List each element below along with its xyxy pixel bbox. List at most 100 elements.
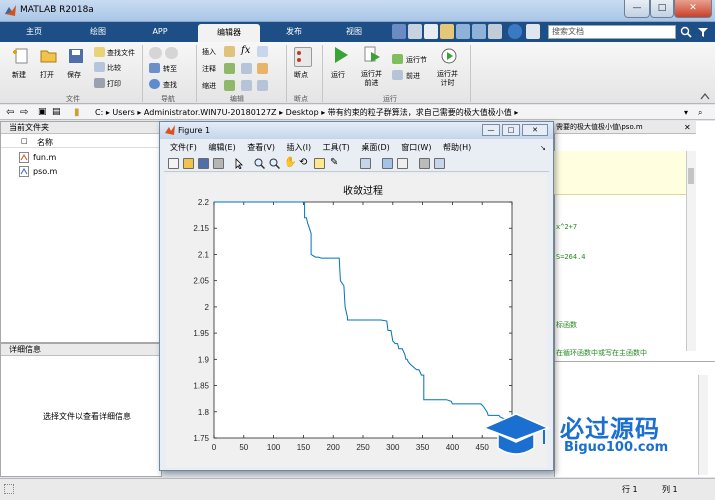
tab-publish[interactable]: 发布 (272, 22, 316, 42)
forward-arrow-icon[interactable]: ⇨ (20, 105, 28, 120)
maximize-button[interactable]: □ (650, 0, 674, 18)
indent-icon[interactable] (224, 80, 235, 91)
editor-file-tab[interactable]: 需要的极大值极小值\pso.m (554, 121, 696, 134)
list-item[interactable]: fun.m (19, 152, 159, 164)
tab-home[interactable]: 主页 (12, 22, 56, 42)
editor-scroll-thumb[interactable] (688, 168, 694, 184)
run-section-icon[interactable] (392, 54, 403, 64)
print-button[interactable]: 打印 (107, 79, 121, 89)
advance-icon[interactable] (392, 70, 403, 80)
menu-dock-icon[interactable]: ↘ (540, 144, 546, 152)
breadcrumb-drive[interactable]: C: (95, 108, 103, 117)
run-advance-button[interactable]: 运行并 前进 (361, 70, 382, 88)
help-quick-icon[interactable] (508, 24, 522, 39)
menu-window[interactable]: 窗口(W) (401, 143, 431, 152)
tab-apps[interactable]: APP (140, 22, 180, 42)
indent-less-icon[interactable] (257, 80, 268, 91)
advance-button[interactable]: 前进 (406, 71, 420, 81)
goto-icon[interactable] (149, 63, 160, 73)
tab-editor[interactable]: 编辑器 (198, 24, 260, 42)
save-icon[interactable] (67, 48, 85, 64)
open-file-icon[interactable] (183, 158, 194, 169)
indent-more-icon[interactable] (241, 80, 252, 91)
zoom-out-icon[interactable] (269, 158, 280, 169)
minimize-button[interactable]: — (624, 0, 650, 18)
fx-dropdown-icon[interactable] (257, 46, 268, 57)
save-quick-icon[interactable] (392, 24, 406, 39)
run-time-button[interactable]: 运行并 计时 (437, 70, 458, 88)
comment-button[interactable]: 注释 (202, 64, 216, 74)
insert-button[interactable]: 插入 (202, 47, 216, 57)
run-advance-icon[interactable] (364, 46, 382, 64)
show-plot-tools-icon[interactable] (434, 158, 445, 169)
address-dropdown-icon[interactable]: ▾ (684, 105, 688, 120)
breakpoints-button[interactable]: 断点 (294, 70, 308, 80)
rotate-3d-icon[interactable]: ⟲ (299, 158, 310, 169)
breakpoints-icon[interactable] (294, 47, 312, 67)
legend-icon[interactable] (397, 158, 408, 169)
undo-quick-icon[interactable] (456, 24, 470, 39)
switch-window-icon[interactable] (488, 24, 502, 39)
save-figure-icon[interactable] (198, 158, 209, 169)
run-time-icon[interactable] (440, 46, 458, 64)
wrap-icon[interactable] (241, 63, 252, 74)
address-search-icon[interactable]: ⌕ (698, 105, 702, 120)
figure-close-button[interactable]: ✕ (522, 124, 548, 136)
search-icon[interactable] (680, 26, 692, 38)
print-figure-icon[interactable] (213, 158, 224, 169)
breadcrumb-users[interactable]: Users (112, 108, 134, 117)
new-icon[interactable] (12, 48, 30, 64)
data-cursor-icon[interactable] (314, 158, 325, 169)
list-item[interactable]: pso.m (19, 166, 159, 178)
insert-icon[interactable] (224, 46, 235, 57)
forward-star-icon[interactable] (165, 47, 178, 59)
new-figure-icon[interactable] (168, 158, 179, 169)
editor-close-icon[interactable]: ✕ (684, 123, 691, 132)
run-icon[interactable] (332, 46, 350, 64)
menu-view[interactable]: 查看(V) (247, 143, 275, 152)
goto-button[interactable]: 转至 (163, 64, 177, 74)
breadcrumb-user[interactable]: Administrator.WIN7U-20180127Z (144, 108, 277, 117)
find-files-icon[interactable] (94, 47, 105, 57)
indent-button[interactable]: 缩进 (202, 81, 216, 91)
back-arrow-icon[interactable]: ⇦ (6, 105, 14, 120)
link-plot-icon[interactable] (360, 158, 371, 169)
back-star-icon[interactable] (149, 47, 162, 59)
column-header-name[interactable]: □ 名称 (1, 136, 161, 148)
menu-tools[interactable]: 工具(T) (323, 143, 350, 152)
up-folder-icon[interactable]: ▣ (38, 105, 47, 120)
menu-help[interactable]: 帮助(H) (443, 143, 471, 152)
browse-folder-icon[interactable]: ▤ (52, 105, 61, 120)
copy-quick-icon[interactable] (424, 24, 438, 39)
breadcrumb-project[interactable]: 带有约束的粒子群算法，求自己需要的极大值极小值 (328, 108, 512, 117)
compare-button[interactable]: 比较 (107, 63, 121, 73)
new-button[interactable]: 新建 (12, 70, 26, 80)
dropdown-quick-icon[interactable] (526, 24, 540, 39)
cut-quick-icon[interactable] (408, 24, 422, 39)
colorbar-icon[interactable] (382, 158, 393, 169)
paste-quick-icon[interactable] (440, 24, 454, 39)
tab-plots[interactable]: 绘图 (76, 22, 120, 42)
redo-quick-icon[interactable] (472, 24, 486, 39)
run-button[interactable]: 运行 (331, 70, 345, 80)
find-files-button[interactable]: 查找文件 (107, 48, 135, 58)
collapse-ribbon-icon[interactable] (700, 92, 710, 100)
search-documentation-input[interactable]: 搜索文档 (548, 25, 676, 39)
run-section-button[interactable]: 运行节 (406, 55, 427, 65)
brush-icon[interactable]: ✎ (330, 158, 341, 169)
menu-insert[interactable]: 插入(I) (287, 143, 312, 152)
save-button[interactable]: 保存 (67, 70, 81, 80)
zoom-in-icon[interactable] (254, 158, 265, 169)
print-icon[interactable] (94, 78, 105, 88)
figure-maximize-button[interactable]: □ (502, 124, 520, 136)
fx-button[interactable]: fx (241, 45, 250, 56)
open-button[interactable]: 打开 (40, 70, 54, 80)
find-icon[interactable] (149, 79, 160, 89)
tab-view[interactable]: 视图 (332, 22, 376, 42)
compare-icon[interactable] (94, 62, 105, 72)
uncomment-icon[interactable] (257, 63, 268, 74)
menu-file[interactable]: 文件(F) (170, 143, 197, 152)
command-scrollbar[interactable] (698, 375, 708, 475)
edit-plot-icon[interactable] (234, 158, 245, 169)
close-button[interactable]: ✕ (674, 0, 712, 18)
